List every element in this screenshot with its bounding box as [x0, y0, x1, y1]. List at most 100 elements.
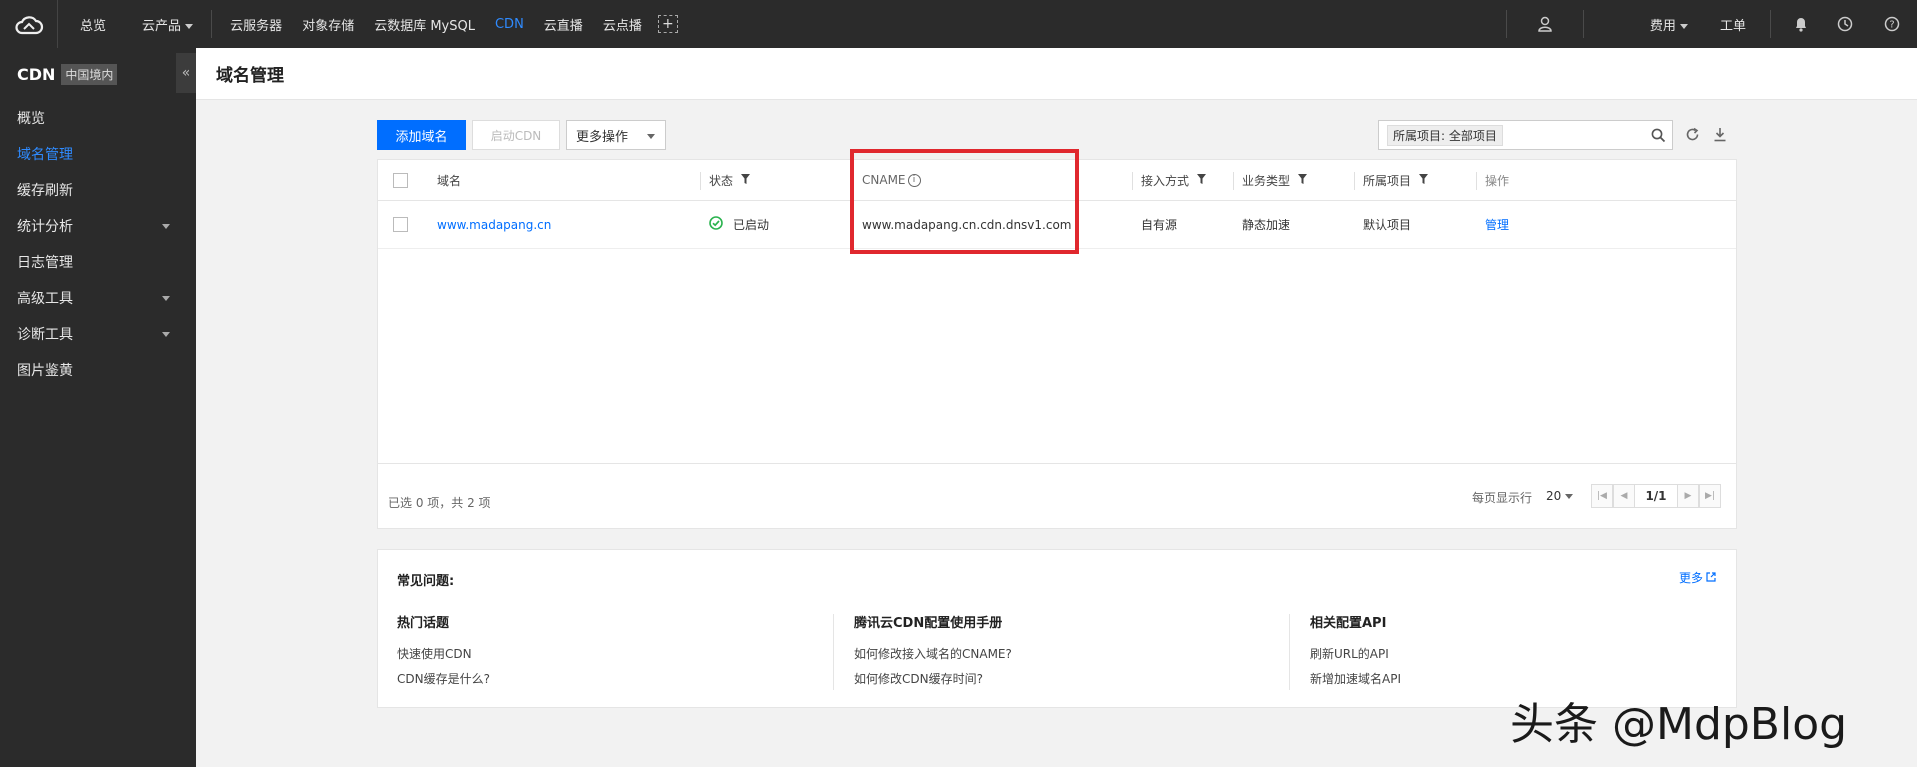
faq-link[interactable]: 新增加速域名API [1310, 670, 1401, 687]
sidebar-item-advanced-tools[interactable]: 高级工具 [0, 280, 196, 316]
sidebar-item-cache-refresh[interactable]: 缓存刷新 [0, 172, 196, 208]
manage-link[interactable]: 管理 [1485, 201, 1509, 248]
faq-link[interactable]: 如何修改CDN缓存时间? [854, 670, 1012, 687]
nav-cloud-products[interactable]: 云产品 [132, 15, 203, 34]
faq-column-api: 相关配置API 刷新URL的API 新增加速域名API [1310, 612, 1401, 686]
first-page-icon[interactable]: |◀ [1591, 484, 1613, 508]
table-footer: 已选 0 项，共 2 项 每页显示行 20 |◀ ◀ 1/1 ▶ ▶| [378, 463, 1736, 529]
add-shortcut-button[interactable]: + [657, 15, 678, 33]
next-page-icon[interactable]: ▶ [1677, 484, 1699, 508]
region-badge[interactable]: 中国境内 [61, 63, 118, 85]
chevron-down-icon [1565, 494, 1574, 499]
user-icon[interactable] [1515, 0, 1575, 48]
header-business-label: 业务类型 [1242, 173, 1291, 188]
sidebar-item-label: 图片鉴黄 [17, 363, 73, 379]
select-all-checkbox[interactable] [393, 172, 408, 188]
page-indicator: 1/1 [1635, 484, 1677, 508]
faq-title: 常见问题: [397, 574, 455, 589]
nav-product-cos[interactable]: 对象存储 [292, 15, 364, 34]
header-access[interactable]: 接入方式 [1141, 160, 1207, 200]
domain-link[interactable]: www.madapang.cn [437, 201, 551, 248]
sidebar-item-label: 日志管理 [17, 255, 73, 271]
top-right-menu: 费用 工单 ? [1498, 0, 1917, 48]
more-actions-label: 更多操作 [576, 129, 629, 145]
check-circle-icon [709, 216, 723, 233]
bell-icon[interactable] [1779, 0, 1823, 48]
nav-overview[interactable]: 总览 [70, 15, 116, 34]
sidebar-item-statistics[interactable]: 统计分析 [0, 208, 196, 244]
project-filter-tag[interactable]: 所属项目: 全部项目 [1387, 124, 1503, 146]
status-text: 已启动 [733, 218, 770, 232]
header-access-label: 接入方式 [1141, 173, 1190, 188]
filter-icon[interactable] [1419, 173, 1429, 187]
sidebar-item-label: 域名管理 [17, 147, 73, 163]
nav-product-live[interactable]: 云直播 [534, 15, 593, 34]
filter-icon[interactable] [741, 173, 751, 187]
sidebar-item-image-moderation[interactable]: 图片鉴黄 [0, 352, 196, 388]
sidebar-item-label: 高级工具 [17, 291, 73, 307]
header-status[interactable]: 状态 [709, 160, 751, 200]
sidebar-item-diagnostics[interactable]: 诊断工具 [0, 316, 196, 352]
selection-info: 已选 0 项，共 2 项 [388, 496, 491, 510]
add-domain-button[interactable]: 添加域名 [377, 120, 466, 150]
more-actions-dropdown[interactable]: 更多操作 [566, 120, 666, 150]
collapse-sidebar-button[interactable]: « [176, 53, 196, 93]
header-business[interactable]: 业务类型 [1242, 160, 1308, 200]
status-cell: 已启动 [709, 201, 769, 248]
nav-product-mysql[interactable]: 云数据库 MySQL [364, 15, 485, 34]
ticket-link[interactable]: 工单 [1704, 15, 1762, 34]
sidebar-item-logs[interactable]: 日志管理 [0, 244, 196, 280]
column-divider [1476, 172, 1477, 190]
last-page-icon[interactable]: ▶| [1699, 484, 1721, 508]
sidebar-item-label: 缓存刷新 [17, 183, 73, 199]
faq-link[interactable]: CDN缓存是什么? [397, 670, 490, 687]
nav-product-cvm[interactable]: 云服务器 [220, 15, 292, 34]
start-cdn-button[interactable]: 启动CDN [472, 120, 560, 150]
clock-icon[interactable] [1823, 0, 1867, 48]
billing-label: 费用 [1649, 18, 1676, 34]
chevron-down-icon [647, 134, 655, 139]
sidebar: CDN 中国境内 « 概览 域名管理 缓存刷新 统计分析 日志管理 高级工具 诊… [0, 48, 196, 767]
header-domain: 域名 [437, 173, 462, 188]
nav-divider [1770, 10, 1771, 38]
faq-column-manual: 腾讯云CDN配置使用手册 如何修改接入域名的CNAME? 如何修改CDN缓存时间… [854, 612, 1012, 686]
sidebar-header: CDN 中国境内 « [0, 48, 196, 100]
faq-link[interactable]: 刷新URL的API [1310, 645, 1401, 662]
cloud-logo-icon[interactable] [0, 0, 58, 48]
toolbar: 添加域名 启动CDN 更多操作 所属项目: 全部项目 [377, 120, 1737, 150]
faq-link[interactable]: 快速使用CDN [397, 645, 490, 662]
column-divider [1354, 172, 1355, 190]
project-value: 默认项目 [1363, 218, 1412, 232]
search-icon[interactable] [1651, 128, 1666, 147]
faq-more-link[interactable]: 更多 [1679, 569, 1716, 586]
header-status-label: 状态 [709, 173, 734, 188]
pagination: |◀ ◀ 1/1 ▶ ▶| [1591, 484, 1721, 508]
faq-column-title: 热门话题 [397, 616, 450, 631]
nav-divider [1505, 10, 1507, 38]
column-divider [1132, 172, 1133, 190]
download-icon[interactable] [1713, 127, 1727, 146]
nav-product-vod[interactable]: 云点播 [593, 15, 652, 34]
filter-icon[interactable] [1298, 173, 1308, 187]
sidebar-item-domain-management[interactable]: 域名管理 [0, 136, 196, 172]
billing-menu[interactable]: 费用 [1634, 15, 1704, 34]
project-search-input[interactable]: 所属项目: 全部项目 [1378, 120, 1673, 150]
watermark: 头条 @MdpBlog [1510, 699, 1848, 750]
filter-icon[interactable] [1197, 173, 1207, 187]
top-navbar: 总览 云产品 云服务器 对象存储 云数据库 MySQL CDN 云直播 云点播 … [0, 0, 1917, 48]
faq-divider [1289, 614, 1290, 690]
sidebar-item-label: 统计分析 [17, 219, 73, 235]
per-page-select[interactable]: 20 [1546, 489, 1574, 503]
refresh-icon[interactable] [1685, 127, 1700, 146]
faq-column-title: 腾讯云CDN配置使用手册 [854, 616, 1003, 631]
sidebar-item-overview[interactable]: 概览 [0, 100, 196, 136]
faq-column-title: 相关配置API [1310, 616, 1387, 631]
help-icon[interactable]: ? [1867, 0, 1917, 48]
nav-product-cdn[interactable]: CDN [485, 17, 534, 32]
header-project[interactable]: 所属项目 [1363, 160, 1429, 200]
cname-highlight-annotation [850, 149, 1079, 254]
faq-link[interactable]: 如何修改接入域名的CNAME? [854, 645, 1012, 662]
row-checkbox[interactable] [393, 217, 408, 232]
prev-page-icon[interactable]: ◀ [1613, 484, 1635, 508]
chevron-down-icon [162, 295, 170, 301]
